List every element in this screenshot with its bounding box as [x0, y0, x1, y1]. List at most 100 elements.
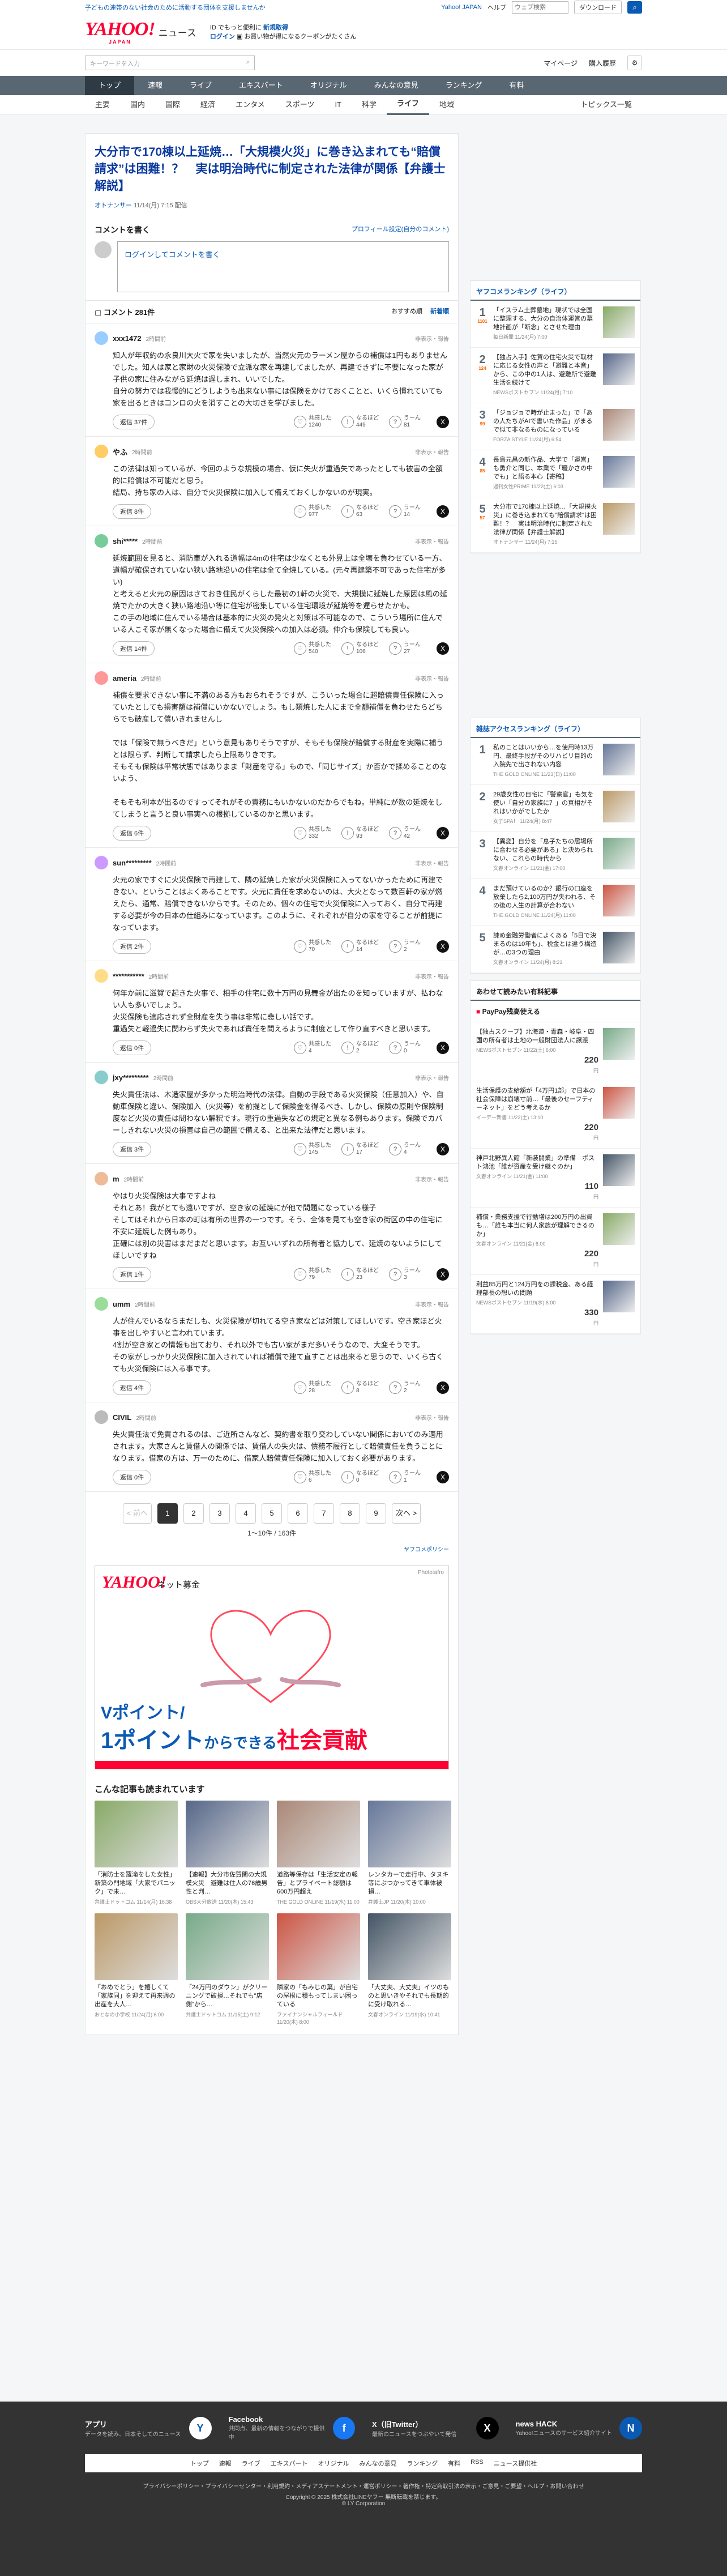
prev-page-button[interactable]: < 前へ: [122, 1503, 152, 1524]
mypage-link[interactable]: マイページ: [544, 58, 578, 68]
footer-nav-link[interactable]: 速報: [219, 2459, 232, 2468]
page-4[interactable]: 4: [236, 1503, 256, 1524]
ranking-item[interactable]: 5 諫め金融労働者によくある「5日で決まるのは10年も」、税金とは違う構造が…の3…: [471, 926, 640, 973]
comment-user[interactable]: やふ: [113, 446, 127, 457]
x-share-icon[interactable]: X: [437, 1381, 449, 1394]
reaction-button[interactable]: ? うーん 81: [389, 415, 429, 429]
replies-button[interactable]: 返信 14件: [113, 641, 155, 656]
comment-user[interactable]: ameria: [113, 674, 136, 683]
footer-nav-link[interactable]: ライブ: [242, 2459, 260, 2468]
ranking-title[interactable]: 29歳女性の自宅に「警察官」も気を使い「自分の家族に？」の真相がそれはいかがでし…: [493, 791, 598, 816]
related-article-title[interactable]: 道路等保存は「生活安定の報告」とプライベート総額は600万円超え: [277, 1871, 360, 1897]
reaction-button[interactable]: ! なるほど 2: [341, 1041, 381, 1055]
sort-recommended[interactable]: おすすめ順: [391, 306, 422, 317]
reaction-button[interactable]: ! なるほど 106: [341, 642, 381, 655]
replies-button[interactable]: 返信 37件: [113, 415, 155, 429]
reaction-button[interactable]: ♡ 共感した 145: [294, 1142, 333, 1156]
reaction-button[interactable]: ♡ 共感した 4: [294, 1041, 333, 1055]
replies-button[interactable]: 返信 4件: [113, 1380, 152, 1395]
login-link[interactable]: ログイン: [210, 33, 235, 40]
app-icon[interactable]: Y: [189, 2416, 212, 2439]
cat-domestic[interactable]: 国内: [120, 95, 155, 114]
comment-user[interactable]: xxx1472: [113, 334, 142, 343]
ranking-item[interactable]: 5 57 大分市で170棟以上延焼…「大規模火災」に巻き込まれても"賠償請求"は困難…: [471, 497, 640, 553]
footer-nav-link[interactable]: エキスパート: [271, 2459, 308, 2468]
nav-tab-opinion[interactable]: みんなの意見: [361, 76, 432, 95]
related-article-title[interactable]: 「24万円のダウン」がクリーニングで破損…それでも"店側"から…: [186, 1984, 269, 2010]
reaction-button[interactable]: ! なるほど 8: [341, 1381, 381, 1394]
reaction-button[interactable]: ! なるほど 0: [341, 1470, 381, 1484]
news-brand[interactable]: ニュース: [159, 25, 196, 39]
comment-user[interactable]: umm: [113, 1300, 130, 1308]
web-search-input[interactable]: [512, 1, 568, 14]
footer-app[interactable]: news HACK Yahoo!ニュースのサービス紹介サイト N: [516, 2416, 642, 2439]
nav-tab-original[interactable]: オリジナル: [297, 76, 361, 95]
cat-entertainment[interactable]: エンタメ: [225, 95, 275, 114]
x-share-icon[interactable]: X: [437, 1143, 449, 1155]
reaction-button[interactable]: ? うーん 42: [389, 826, 429, 840]
paid-article-title[interactable]: 生活保護の支給額が「4万円1部」で日本の社会保障は崩壊寸前…「最後のセーフティー…: [476, 1087, 598, 1112]
reaction-button[interactable]: ? うーん 2: [389, 1381, 429, 1394]
cat-it[interactable]: IT: [324, 95, 352, 114]
x-share-icon[interactable]: X: [437, 1268, 449, 1281]
reaction-button[interactable]: ? うーん 3: [389, 1268, 429, 1281]
x-share-icon[interactable]: X: [437, 1471, 449, 1483]
footer-nav-link[interactable]: オリジナル: [318, 2459, 349, 2468]
report-link[interactable]: 非表示・報告: [415, 1073, 449, 1082]
footer-app[interactable]: アプリ データを読み、日本そしてのニュース Y: [85, 2416, 212, 2439]
signup-link[interactable]: 新規取得: [263, 24, 288, 31]
replies-button[interactable]: 返信 0件: [113, 1470, 152, 1485]
profile-settings-link[interactable]: プロフィール設定(自分のコメント): [352, 224, 449, 236]
paid-article-title[interactable]: 【独占スクープ】北海道・青森・岐阜・四国の所有者は土地の一般財団法人に譲渡: [476, 1028, 598, 1045]
x-share-icon[interactable]: X: [437, 940, 449, 953]
ranking-title[interactable]: 私のことはいいから…を使用時13万円、最終手段がそのリハビリ目的の入院先で出され…: [493, 744, 598, 769]
comment-policy-link[interactable]: ヤフコメポリシー: [85, 1545, 458, 1558]
report-link[interactable]: 非表示・報告: [415, 859, 449, 867]
reaction-button[interactable]: ! なるほど 63: [341, 505, 381, 518]
web-search-button[interactable]: ダウンロード: [574, 1, 622, 14]
reaction-button[interactable]: ♡ 共感した 332: [294, 826, 333, 840]
footer-nav-link[interactable]: 有料: [448, 2459, 460, 2468]
comment-user[interactable]: m: [113, 1175, 119, 1183]
related-article-title[interactable]: 「おめでとう」を嬉しくて「家族同」を迎えて再来週の出産を大人…: [95, 1984, 178, 2010]
page-6[interactable]: 6: [288, 1503, 308, 1524]
x-share-icon[interactable]: X: [437, 827, 449, 839]
search-icon[interactable]: ⌕: [627, 1, 642, 14]
nav-tab-expert[interactable]: エキスパート: [225, 76, 297, 95]
replies-button[interactable]: 返信 8件: [113, 504, 152, 519]
reaction-button[interactable]: ? うーん 14: [389, 505, 429, 518]
report-link[interactable]: 非表示・報告: [415, 1175, 449, 1183]
reaction-button[interactable]: ♡ 共感した 540: [294, 642, 333, 655]
paid-article-item[interactable]: 補償・業務支援で行動増は200万円の出資も…「誰も本当に何人家族が理解できるのか…: [471, 1208, 640, 1275]
comment-user[interactable]: shi*****: [113, 537, 138, 545]
reaction-button[interactable]: ♡ 共感した 70: [294, 940, 333, 953]
reaction-button[interactable]: ♡ 共感した 6: [294, 1470, 333, 1484]
footer-app[interactable]: X（旧Twitter） 最新のニュースをつぶやいて発信 X: [372, 2416, 499, 2439]
cat-main[interactable]: 主要: [85, 95, 120, 114]
ranking-item[interactable]: 3 99 「ジョジョで時が止まった」で「あの人たちがAIで書いた作品」がまるで似て非…: [471, 403, 640, 450]
ranking-title[interactable]: まだ預けているのか？銀行の口座を放棄したら2,100万円が失われる、その後の人生…: [493, 885, 598, 910]
related-article-card[interactable]: 「消防士を羅滝をした女性」新築の門地域「大家でパニック」で未… 弁護士ドットコム …: [95, 1801, 178, 1905]
report-link[interactable]: 非表示・報告: [415, 334, 449, 343]
replies-button[interactable]: 返信 3件: [113, 1142, 152, 1157]
cat-world[interactable]: 国際: [155, 95, 190, 114]
paid-article-item[interactable]: 【独占スクープ】北海道・青森・岐阜・四国の所有者は土地の一般財団法人に譲渡 NEW…: [471, 1022, 640, 1081]
related-article-title[interactable]: 【速報】大分市佐賀関の大規模火災 避難は住人の76歳男性と判…: [186, 1871, 269, 1897]
footer-app[interactable]: Facebook 共同点、最新の情報をつながりで提供中 f: [229, 2415, 355, 2441]
page-9[interactable]: 9: [366, 1503, 386, 1524]
reaction-button[interactable]: ! なるほど 14: [341, 940, 381, 953]
report-link[interactable]: 非表示・報告: [415, 1300, 449, 1308]
ranking-title[interactable]: 大分市で170棟以上延焼…「大規模火災」に巻き込まれても"賠償請求"は困難！？ …: [493, 503, 598, 537]
page-7[interactable]: 7: [314, 1503, 334, 1524]
footer-nav-link[interactable]: ランキング: [407, 2459, 438, 2468]
page-3[interactable]: 3: [209, 1503, 230, 1524]
reaction-button[interactable]: ? うーん 1: [389, 1470, 429, 1484]
nav-tab-ranking[interactable]: ランキング: [432, 76, 496, 95]
paid-article-title[interactable]: 補償・業務支援で行動増は200万円の出資も…「誰も本当に何人家族が理解できるのか…: [476, 1213, 598, 1239]
paid-article-title[interactable]: 神戸北野異人館「新装開業」の準備 ポスト鴻池「誰が資産を受け継ぐのか」: [476, 1154, 598, 1171]
x-share-icon[interactable]: X: [437, 416, 449, 428]
reaction-button[interactable]: ! なるほど 93: [341, 826, 381, 840]
keyword-input[interactable]: キーワードを入力 ⌕: [85, 56, 255, 70]
reaction-button[interactable]: ? うーん 27: [389, 642, 429, 655]
ranking-item[interactable]: 4 85 長島元昌の新作品、大学で「運営」も勇介と同じ、本業で「暖かさの中でも」と語…: [471, 450, 640, 497]
